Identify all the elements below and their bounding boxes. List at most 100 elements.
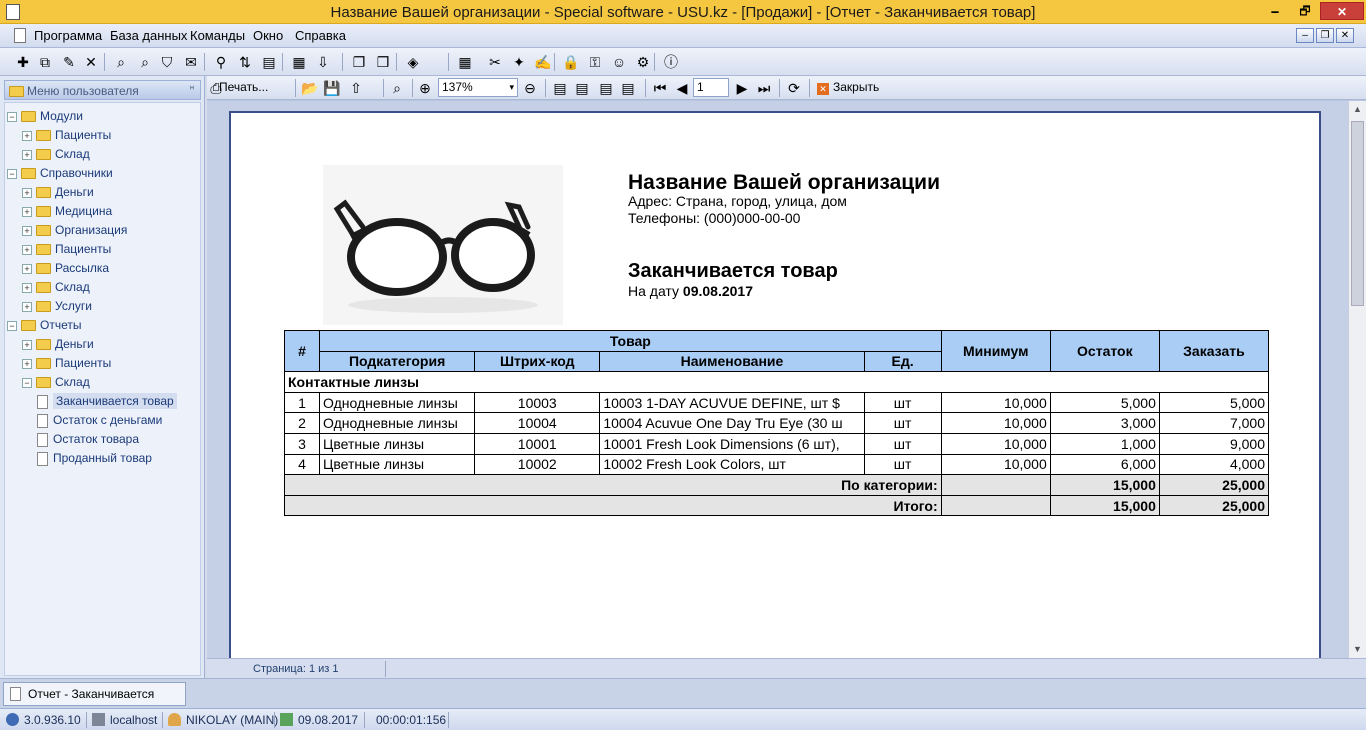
tree-item-13[interactable]: + Пациенты	[22, 354, 111, 372]
close-report-button[interactable]: ✕ Закрыть	[817, 80, 879, 95]
tree-item-6[interactable]: + Организация	[22, 221, 127, 239]
tree-item-2[interactable]: + Склад	[22, 145, 90, 163]
sort-icon[interactable]: ⇅	[236, 53, 254, 71]
page-layout-icon[interactable]: ▤	[573, 79, 591, 97]
menu-window[interactable]: Окно	[253, 28, 283, 43]
tree-item-4[interactable]: + Деньги	[22, 183, 94, 201]
tree-item-8[interactable]: + Рассылка	[22, 259, 109, 277]
prev-page-icon[interactable]: ◀	[673, 79, 691, 97]
zoom-in-icon[interactable]: ⊕	[416, 79, 434, 97]
search-icon[interactable]: ⌕	[112, 53, 130, 71]
plus-icon[interactable]: ✚	[14, 53, 32, 71]
maximize-button[interactable]: 🗗	[1292, 2, 1318, 20]
minimize-button[interactable]: 🗕	[1262, 2, 1288, 20]
expand-icon[interactable]: +	[22, 244, 32, 255]
info-icon[interactable]: ⓘ	[662, 53, 680, 71]
watermark-icon[interactable]: ▤	[597, 79, 615, 97]
export-icon[interactable]: ⇧	[347, 79, 365, 97]
refresh-icon[interactable]: ⟳	[785, 79, 803, 97]
import-icon[interactable]: ⇩	[314, 53, 332, 71]
tree-item-17[interactable]: Остаток товара	[37, 430, 139, 448]
header-minimum: Минимум	[940, 329, 1051, 373]
tree-item-15[interactable]: Заканчивается товар	[37, 392, 177, 410]
wand-icon[interactable]: ✦	[510, 53, 528, 71]
window-edit-icon[interactable]: ❒	[374, 53, 392, 71]
delete-icon[interactable]: ✕	[82, 53, 100, 71]
tree-item-16[interactable]: Остаток с деньгами	[37, 411, 162, 429]
export-excel-icon[interactable]: ▦	[290, 53, 308, 71]
scroll-down-icon[interactable]: ▼	[1349, 641, 1366, 658]
zoom-out-icon[interactable]: ⊖	[521, 79, 539, 97]
menu-database[interactable]: База данных	[110, 28, 187, 43]
search-replace-icon[interactable]: ⌕	[136, 53, 154, 71]
open-icon[interactable]: 📂	[301, 79, 319, 97]
page-number-input[interactable]: 1	[693, 78, 729, 97]
tab-report[interactable]: Отчет - Заканчивается товар	[3, 682, 186, 723]
expand-icon[interactable]: +	[22, 263, 32, 274]
expand-icon[interactable]: +	[22, 225, 32, 236]
tree-item-7[interactable]: + Пациенты	[22, 240, 111, 258]
expand-icon[interactable]: +	[22, 282, 32, 293]
tree-item-0[interactable]: − Модули	[7, 107, 83, 125]
collapse-icon[interactable]: −	[22, 377, 32, 388]
scroll-up-icon[interactable]: ▲	[1349, 101, 1366, 118]
cell-subcategory: Однодневные линзы	[319, 391, 476, 414]
key-icon[interactable]: ⚿	[586, 53, 604, 71]
collapse-icon[interactable]: −	[7, 111, 17, 122]
menu-program[interactable]: Программа	[34, 28, 102, 43]
scrollbar-thumb[interactable]	[1351, 121, 1364, 306]
group-icon[interactable]: ▤	[260, 53, 278, 71]
tree-item-10[interactable]: + Услуги	[22, 297, 92, 315]
vertical-scrollbar[interactable]: ▲ ▼	[1348, 101, 1366, 658]
calendar-icon[interactable]: ▦	[456, 53, 474, 71]
speaker-icon[interactable]: ◈	[404, 53, 422, 71]
binoculars-icon[interactable]: ⚲	[212, 53, 230, 71]
tree-item-11[interactable]: − Отчеты	[7, 316, 81, 334]
expand-icon[interactable]: +	[22, 130, 32, 141]
print-button[interactable]: Печать...	[219, 80, 268, 94]
tree-item-3[interactable]: − Справочники	[7, 164, 113, 182]
page-setup-icon[interactable]: ▤	[551, 79, 569, 97]
close-window-button[interactable]: ✕	[1320, 2, 1364, 20]
filter-icon[interactable]: ⛉	[158, 53, 176, 71]
scale-icon[interactable]: ▤	[619, 79, 637, 97]
next-page-icon[interactable]: ▶	[733, 79, 751, 97]
tree-item-1[interactable]: + Пациенты	[22, 126, 111, 144]
collapse-icon[interactable]: −	[7, 320, 17, 331]
collapse-icon[interactable]: −	[7, 168, 17, 179]
lock-icon[interactable]: 🔒	[562, 53, 580, 71]
find-icon[interactable]: ⌕	[388, 79, 406, 97]
copy-icon[interactable]: ⧉	[36, 53, 54, 71]
expand-icon[interactable]: +	[22, 339, 32, 350]
menu-help[interactable]: Справка	[295, 28, 346, 43]
expand-icon[interactable]: +	[22, 187, 32, 198]
report-viewport[interactable]: Название Вашей организации Адрес: Страна…	[207, 101, 1348, 658]
tools-icon[interactable]: ✂	[486, 53, 504, 71]
report-date-prefix: На дату	[628, 283, 680, 299]
first-page-icon[interactable]: ⏮	[651, 79, 669, 97]
menu-commands[interactable]: Команды	[190, 28, 245, 43]
settings-icon[interactable]: ⚙	[634, 53, 652, 71]
save-icon[interactable]: 💾	[323, 79, 341, 97]
last-page-icon[interactable]: ⏭	[755, 79, 773, 97]
toolbar-separator	[654, 53, 655, 71]
pencil-icon[interactable]: ✎	[60, 53, 78, 71]
tree-item-18[interactable]: Проданный товар	[37, 449, 152, 467]
expand-icon[interactable]: +	[22, 358, 32, 369]
pin-icon[interactable]: ᵸ	[190, 83, 194, 95]
edit-icon[interactable]: ✍	[534, 53, 552, 71]
expand-icon[interactable]: +	[22, 206, 32, 217]
mdi-close-button[interactable]: ✕	[1336, 28, 1354, 43]
mdi-minimize-button[interactable]: –	[1296, 28, 1314, 43]
new-window-icon[interactable]: ❐	[350, 53, 368, 71]
tree-item-14[interactable]: − Склад	[22, 373, 90, 391]
comment-icon[interactable]: ✉	[182, 53, 200, 71]
expand-icon[interactable]: +	[22, 149, 32, 160]
zoom-select[interactable]: 137% ▾	[438, 78, 518, 97]
tree-item-12[interactable]: + Деньги	[22, 335, 94, 353]
expand-icon[interactable]: +	[22, 301, 32, 312]
tree-item-9[interactable]: + Склад	[22, 278, 90, 296]
users-icon[interactable]: ☺	[610, 53, 628, 71]
tree-item-5[interactable]: + Медицина	[22, 202, 112, 220]
mdi-restore-button[interactable]: ❐	[1316, 28, 1334, 43]
